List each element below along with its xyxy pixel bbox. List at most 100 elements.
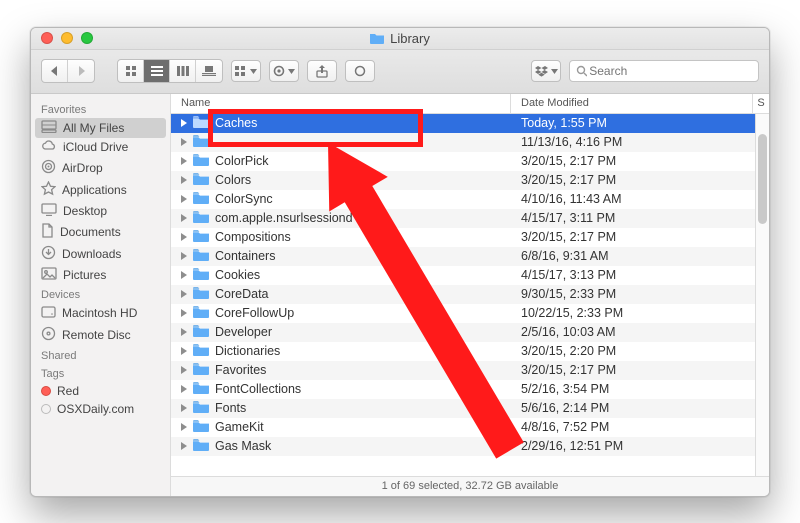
- file-list-pane: Name Date Modified S CachesToday, 1:55 P…: [171, 94, 769, 496]
- disclosure-triangle-icon[interactable]: [181, 119, 187, 127]
- folder-icon: [193, 211, 209, 226]
- zoom-button[interactable]: [81, 32, 93, 44]
- share-button[interactable]: [307, 60, 337, 82]
- disclosure-triangle-icon[interactable]: [181, 404, 187, 412]
- disclosure-triangle-icon[interactable]: [181, 290, 187, 298]
- finder-window: Library: [30, 27, 770, 497]
- column-extra[interactable]: S: [753, 94, 769, 113]
- list-view-button[interactable]: [144, 60, 170, 82]
- file-date: 4/10/16, 11:43 AM: [511, 192, 769, 206]
- documents-icon: [41, 223, 54, 241]
- table-row[interactable]: ColorSync 4/10/16, 11:43 AM: [171, 190, 769, 209]
- file-name: Developer: [215, 325, 272, 339]
- table-row[interactable]: Favorites3/20/15, 2:17 PM: [171, 361, 769, 380]
- sidebar: FavoritesAll My FilesiCloud DriveAirDrop…: [31, 94, 171, 496]
- sidebar-item[interactable]: Red: [31, 382, 170, 400]
- sidebar-item[interactable]: Desktop: [31, 201, 170, 221]
- table-row[interactable]: Colors3/20/15, 2:17 PM: [171, 171, 769, 190]
- folder-icon: [193, 325, 209, 340]
- file-name: Colors: [215, 173, 251, 187]
- sidebar-item-label: Pictures: [63, 268, 106, 282]
- file-date: 9/30/15, 2:33 PM: [511, 287, 769, 301]
- file-date: 3/20/15, 2:17 PM: [511, 363, 769, 377]
- tags-button[interactable]: [345, 60, 375, 82]
- file-list[interactable]: CachesToday, 1:55 PM11/13/16, 4:16 PMCol…: [171, 114, 769, 476]
- table-row[interactable]: CoreData9/30/15, 2:33 PM: [171, 285, 769, 304]
- disclosure-triangle-icon[interactable]: [181, 176, 187, 184]
- search-input[interactable]: [587, 63, 752, 79]
- icon-view-button[interactable]: [118, 60, 144, 82]
- arrange-button[interactable]: [231, 60, 261, 82]
- folder-icon: [193, 401, 209, 416]
- sidebar-item[interactable]: Applications: [31, 179, 170, 201]
- tag-icon: [354, 65, 366, 77]
- dropbox-button[interactable]: [531, 60, 561, 82]
- disclosure-triangle-icon[interactable]: [181, 157, 187, 165]
- table-row[interactable]: Gas Mask2/29/16, 12:51 PM: [171, 437, 769, 456]
- column-date[interactable]: Date Modified: [511, 94, 753, 113]
- coverflow-view-button[interactable]: [196, 60, 222, 82]
- disclosure-triangle-icon[interactable]: [181, 366, 187, 374]
- sidebar-item[interactable]: Pictures: [31, 265, 170, 285]
- disclosure-triangle-icon[interactable]: [181, 328, 187, 336]
- search-field[interactable]: [569, 60, 759, 82]
- disclosure-triangle-icon[interactable]: [181, 214, 187, 222]
- column-view-button[interactable]: [170, 60, 196, 82]
- disclosure-triangle-icon[interactable]: [181, 309, 187, 317]
- sidebar-item-label: Remote Disc: [62, 328, 131, 342]
- file-name: FontCollections: [215, 382, 301, 396]
- folder-icon: [193, 249, 209, 264]
- finder-body: FavoritesAll My FilesiCloud DriveAirDrop…: [31, 94, 769, 496]
- vertical-scrollbar[interactable]: [755, 114, 769, 476]
- sidebar-item[interactable]: Downloads: [31, 243, 170, 265]
- action-button[interactable]: [269, 60, 299, 82]
- sidebar-item[interactable]: OSXDaily.com: [31, 400, 170, 418]
- table-row[interactable]: FontCollections5/2/16, 3:54 PM: [171, 380, 769, 399]
- table-row[interactable]: Fonts5/6/16, 2:14 PM: [171, 399, 769, 418]
- disclosure-triangle-icon[interactable]: [181, 271, 187, 279]
- nav-buttons: [41, 59, 95, 83]
- table-row[interactable]: com.apple.nsurlsessiond4/15/17, 3:11 PM: [171, 209, 769, 228]
- pictures-icon: [41, 267, 57, 283]
- table-row[interactable]: Containers6/8/16, 9:31 AM: [171, 247, 769, 266]
- sidebar-item[interactable]: All My Files: [35, 118, 166, 138]
- table-row[interactable]: Dictionaries3/20/15, 2:20 PM: [171, 342, 769, 361]
- sidebar-item[interactable]: Macintosh HD: [31, 303, 170, 324]
- disclosure-triangle-icon[interactable]: [181, 423, 187, 431]
- folder-icon: [193, 363, 209, 378]
- scrollbar-thumb[interactable]: [758, 134, 767, 224]
- sidebar-item[interactable]: iCloud Drive: [31, 138, 170, 157]
- table-row[interactable]: CachesToday, 1:55 PM: [171, 114, 769, 133]
- disclosure-triangle-icon[interactable]: [181, 252, 187, 260]
- table-row[interactable]: 11/13/16, 4:16 PM: [171, 133, 769, 152]
- disclosure-triangle-icon[interactable]: [181, 195, 187, 203]
- disclosure-triangle-icon[interactable]: [181, 233, 187, 241]
- file-name: ColorSync: [215, 192, 273, 206]
- table-row[interactable]: ColorPick3/20/15, 2:17 PM: [171, 152, 769, 171]
- disclosure-triangle-icon[interactable]: [181, 442, 187, 450]
- table-row[interactable]: Cookies4/15/17, 3:13 PM: [171, 266, 769, 285]
- file-name: GameKit: [215, 420, 264, 434]
- sidebar-item[interactable]: AirDrop: [31, 157, 170, 179]
- table-row[interactable]: Compositions3/20/15, 2:17 PM: [171, 228, 769, 247]
- table-row[interactable]: CoreFollowUp10/22/15, 2:33 PM: [171, 304, 769, 323]
- disclosure-triangle-icon[interactable]: [181, 138, 187, 146]
- sidebar-item[interactable]: Remote Disc: [31, 324, 170, 346]
- disclosure-triangle-icon[interactable]: [181, 385, 187, 393]
- tag-dot-icon: [41, 404, 51, 414]
- table-row[interactable]: Developer2/5/16, 10:03 AM: [171, 323, 769, 342]
- back-button[interactable]: [42, 60, 68, 82]
- column-name[interactable]: Name: [171, 94, 511, 113]
- minimize-button[interactable]: [61, 32, 73, 44]
- sidebar-item-label: Documents: [60, 225, 121, 239]
- sidebar-item-label: All My Files: [63, 121, 124, 135]
- sidebar-item[interactable]: Documents: [31, 221, 170, 243]
- airdrop-icon: [41, 159, 56, 177]
- disclosure-triangle-icon[interactable]: [181, 347, 187, 355]
- forward-button[interactable]: [68, 60, 94, 82]
- folder-icon: [193, 420, 209, 435]
- share-icon: [316, 65, 328, 78]
- table-row[interactable]: GameKit4/8/16, 7:52 PM: [171, 418, 769, 437]
- sidebar-item-label: Red: [57, 384, 79, 398]
- close-button[interactable]: [41, 32, 53, 44]
